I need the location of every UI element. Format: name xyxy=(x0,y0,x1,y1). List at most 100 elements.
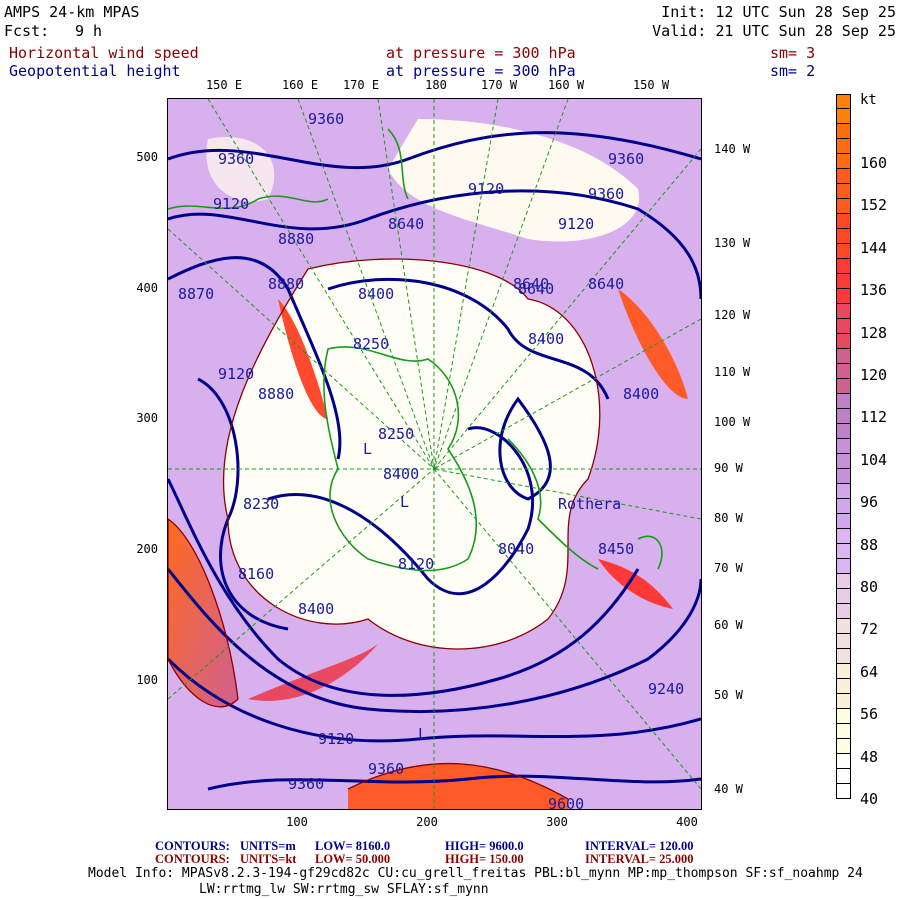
colorbar-swatch xyxy=(836,259,851,274)
contour-label: 8880 xyxy=(278,230,314,248)
y-tick-label: 200 xyxy=(136,542,158,556)
colorbar-swatch xyxy=(836,394,851,409)
colorbar-swatch xyxy=(836,244,851,259)
colorbar-swatch xyxy=(836,139,851,154)
top-lon-label: 160 W xyxy=(547,78,585,92)
contour-label: L xyxy=(400,493,409,511)
colorbar-swatch xyxy=(836,409,851,424)
x-tick-label: 400 xyxy=(676,815,698,829)
colorbar-swatch xyxy=(836,304,851,319)
colorbar-label: 104 xyxy=(860,450,888,469)
contour-label: 9120 xyxy=(558,215,594,233)
top-lon-label: 170 W xyxy=(480,78,518,92)
top-lon-label: 170 E xyxy=(342,78,380,92)
colorbar-label: 120 xyxy=(860,366,888,384)
x-tick-label: 300 xyxy=(546,815,568,829)
low-wind-region xyxy=(223,259,600,649)
colorbar-swatch xyxy=(836,529,851,544)
contour-label: 8160 xyxy=(238,565,274,583)
contours2-units: UNITS=kt xyxy=(240,852,297,866)
contour-label: 8870 xyxy=(178,285,214,303)
top-lon-label: 150 E xyxy=(205,78,243,92)
colorbar-label: 128 xyxy=(860,323,888,342)
contour-label: 8400 xyxy=(358,285,394,303)
contour-label: 8880 xyxy=(258,385,294,403)
contour-label: 9600 xyxy=(548,795,584,809)
field1-name: Horizontal wind speed xyxy=(9,44,199,62)
right-lon-label: 80 W xyxy=(714,511,743,525)
contours2-label: CONTOURS: xyxy=(155,852,230,866)
colorbar-swatch xyxy=(836,544,851,559)
contours2-high: HIGH= 150.00 xyxy=(445,852,524,866)
colorbar-label: 56 xyxy=(860,705,879,724)
right-lon-label: 50 W xyxy=(714,688,743,702)
colorbar-swatch xyxy=(836,739,851,754)
model-title: AMPS 24-km MPAS xyxy=(4,3,140,21)
contour-label: 9360 xyxy=(288,775,324,793)
contour-label: 9360 xyxy=(368,760,404,778)
contour-label: L xyxy=(363,440,372,458)
contour-label: Rothera xyxy=(558,495,621,513)
colorbar-swatch xyxy=(836,229,851,244)
model-info-physics: LW:rrtmg_lw SW:rrtmg_sw SFLAY:sf_mynn xyxy=(199,882,489,897)
map-svg: 93609360 93609360912091209120912088808880… xyxy=(166,98,703,813)
field1-smoothing: sm= 3 xyxy=(770,44,816,62)
colorbar-label: 152 xyxy=(860,196,888,215)
contour-label: 9240 xyxy=(648,680,684,698)
contours2-low: LOW= 50.000 xyxy=(315,852,391,866)
right-lon-label: 40 W xyxy=(714,782,743,796)
right-lon-label: 70 W xyxy=(714,561,743,575)
colorbar-unit: kt xyxy=(860,92,877,108)
contour-label: 9360 xyxy=(608,150,644,168)
colorbar-swatch xyxy=(836,604,851,619)
colorbar-label: 136 xyxy=(860,281,888,300)
contour-label: L xyxy=(418,725,427,743)
contour-label: 9360 xyxy=(308,110,344,128)
right-lon-label: 140 W xyxy=(714,142,751,156)
colorbar-swatch xyxy=(836,349,851,364)
contour-label: 8400 xyxy=(528,330,564,348)
contour-label: 8400 xyxy=(383,465,419,483)
weather-map-figure: AMPS 24-km MPAS Fcst: 9 h Init: 12 UTC S… xyxy=(0,0,900,900)
colorbar-label: 96 xyxy=(860,493,879,512)
colorbar-label: 160 xyxy=(860,154,888,172)
right-lon-label: 120 W xyxy=(714,308,751,322)
colorbar-swatch xyxy=(836,589,851,604)
contour-label: 8400 xyxy=(623,385,659,403)
colorbar-swatch xyxy=(836,619,851,634)
valid-time: Valid: 21 UTC Sun 28 Sep 25 xyxy=(652,22,896,40)
colorbar-label: 72 xyxy=(860,620,879,639)
right-lon-label: 90 W xyxy=(714,461,743,475)
colorbar-swatch xyxy=(836,274,851,289)
colorbar-swatch xyxy=(836,724,851,739)
right-lon-label: 110 W xyxy=(714,365,751,379)
contour-label: 8640 xyxy=(588,275,624,293)
colorbar-swatch xyxy=(836,184,851,199)
contours2-interval: INTERVAL= 25.000 xyxy=(585,852,694,866)
colorbar-label: 48 xyxy=(860,747,879,766)
colorbar-swatch xyxy=(836,484,851,499)
y-tick-label: 300 xyxy=(136,411,158,425)
colorbar-label: 112 xyxy=(860,408,888,427)
colorbar-label: 88 xyxy=(860,535,879,554)
contour-label: 9120 xyxy=(213,195,249,213)
top-lon-label: 160 E xyxy=(281,78,319,92)
colorbar-swatch xyxy=(836,199,851,214)
contour-label: 8230 xyxy=(243,495,279,513)
contour-label: 8880 xyxy=(268,275,304,293)
contour-label: 8250 xyxy=(353,335,389,353)
colorbar-swatch xyxy=(836,169,851,184)
contour-label: 8450 xyxy=(598,540,634,558)
colorbar-swatch xyxy=(836,319,851,334)
colorbar-label: 144 xyxy=(860,238,888,257)
colorbar-swatch xyxy=(836,574,851,589)
colorbar-swatch xyxy=(836,454,851,469)
colorbar-swatch xyxy=(836,109,851,124)
colorbar-swatch xyxy=(836,364,851,379)
colorbar-swatch xyxy=(836,124,851,139)
colorbar-label: 40 xyxy=(860,790,879,808)
top-lon-label: 150 W xyxy=(632,78,670,92)
colorbar-label: 80 xyxy=(860,578,879,596)
map-plot-area: 9360 9360 9360 9360 9120 9120 9120 9120 8880 8880… xyxy=(166,98,703,813)
colorbar-swatch xyxy=(836,679,851,694)
